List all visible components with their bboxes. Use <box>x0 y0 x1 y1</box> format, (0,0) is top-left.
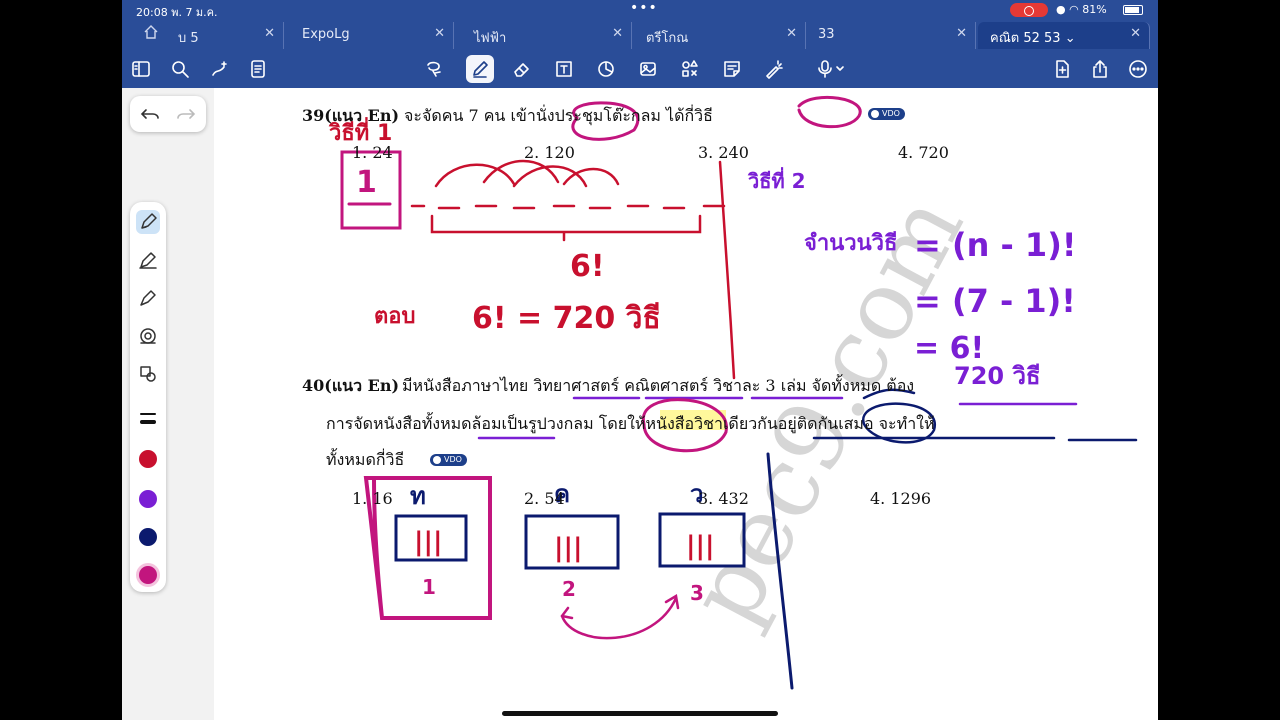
tab-bar: บ 5 ✕ ExpoLg ✕ ไฟฟ้า ✕ ตรีโกณ ✕ 33 ✕ คณิต 52 … <box>122 20 1158 49</box>
position-1: 1 <box>422 575 436 599</box>
status-time: 20:08 พ. 7 ม.ค. <box>136 6 218 19</box>
q39-text: จะจัดคน 7 คน เข้านั่งประชุมโต๊ะกลม ได้กี… <box>404 106 713 125</box>
eraser-icon[interactable] <box>508 55 536 83</box>
formula-line-4: 720 วิธี <box>954 362 1041 390</box>
brush-pen-icon[interactable] <box>136 286 160 310</box>
elements-icon[interactable] <box>676 55 704 83</box>
tally-math: ||| <box>554 533 583 563</box>
q40-line-1: มีหนังสือภาษาไทย วิทยาศาสตร์ คณิตศาสตร์ … <box>402 376 915 395</box>
answer-label: ตอบ <box>374 304 415 329</box>
sticky-note-icon[interactable] <box>718 55 746 83</box>
more-icon[interactable] <box>1124 55 1152 83</box>
close-tab-icon[interactable]: ✕ <box>956 26 967 41</box>
tab-item[interactable]: ตรีโกณ ✕ <box>634 22 806 49</box>
laser-pointer-icon[interactable] <box>760 55 788 83</box>
ink-settings-icon[interactable] <box>136 324 160 348</box>
six-factorial: 6! <box>570 249 605 284</box>
pen-palette <box>130 202 166 592</box>
q39-choice-3: 3. 240 <box>698 143 749 162</box>
ballpoint-pen-icon[interactable] <box>136 248 160 272</box>
tab-item[interactable]: บ 5 ✕ <box>166 22 284 49</box>
position-2: 2 <box>562 577 576 601</box>
formula-line-2: = (7 - 1)! <box>914 282 1076 320</box>
close-tab-icon[interactable]: ✕ <box>264 26 275 41</box>
status-bar: 20:08 พ. 7 ม.ค. ••• ● ◠ 81% <box>122 0 1158 20</box>
divider-line <box>718 160 736 380</box>
sidebar-icon[interactable] <box>127 55 155 83</box>
tab-item[interactable]: ไฟฟ้า ✕ <box>462 22 632 49</box>
color-magenta-swatch-selected[interactable] <box>139 566 157 584</box>
q39-choice-1: 1. 24 <box>352 143 393 162</box>
q40-line-3: ทั้งหมดกี่วิธี <box>326 450 405 469</box>
color-red-swatch[interactable] <box>139 450 157 468</box>
screen-record-icon[interactable] <box>1010 3 1048 17</box>
image-icon[interactable] <box>634 55 662 83</box>
battery-icon <box>1123 5 1143 15</box>
tally-science: ||| <box>686 531 715 561</box>
ipad-screen: 20:08 พ. 7 ม.ค. ••• ● ◠ 81% บ 5 ✕ ExpoLg ✕… <box>122 0 1158 720</box>
formula-line-3: = 6! <box>914 331 984 366</box>
shape-recognition-icon[interactable] <box>136 362 160 386</box>
fountain-pen-icon[interactable] <box>136 210 160 234</box>
note-page[interactable]: pec9.com วิธีที่ 1 1 6! ตอบ 6! = 720 วิธ… <box>214 88 1158 720</box>
q39-number: 39(แนว En) <box>302 106 400 125</box>
answer-value: 6! = 720 วิธี <box>472 301 661 336</box>
tab-item-active[interactable]: คณิต 52 53 ⌄ ✕ <box>978 22 1150 49</box>
q40-choice-3: 3. 432 <box>698 489 749 508</box>
color-navy-swatch[interactable] <box>139 528 157 546</box>
brace <box>430 214 702 242</box>
q39-choice-4: 4. 720 <box>898 143 949 162</box>
toolbar <box>122 49 1158 88</box>
close-tab-icon[interactable]: ✕ <box>434 26 445 41</box>
microphone-icon[interactable] <box>810 55 854 83</box>
handwritten-one: 1 <box>356 165 377 200</box>
share-icon[interactable] <box>1086 55 1114 83</box>
thickness-thin[interactable] <box>140 413 156 415</box>
sparkle-pen-icon[interactable] <box>206 55 234 83</box>
tab-item[interactable]: 33 ✕ <box>806 22 976 49</box>
q40-choice-4: 4. 1296 <box>870 489 932 508</box>
label-thai: ท <box>410 482 426 510</box>
q39-vdo-badge[interactable]: VDO <box>868 108 905 120</box>
tab-item[interactable]: ExpoLg ✕ <box>290 22 454 49</box>
q40-line-2: การจัดหนังสือทั้งหมดล้อมเป็นรูปวงกลม โดย… <box>326 414 935 433</box>
pen-icon[interactable] <box>466 55 494 83</box>
undo-redo-palette <box>130 96 206 132</box>
way2-label: วิธีที่ 2 <box>747 166 805 193</box>
seat-dashes <box>410 204 726 210</box>
close-tab-icon[interactable]: ✕ <box>1130 26 1141 41</box>
battery-percent: ● ◠ 81% <box>1056 3 1107 16</box>
q40-choice-2: 2. 54 <box>524 489 565 508</box>
home-indicator[interactable] <box>502 711 778 716</box>
q40-number: 40(แนว En) <box>302 376 400 395</box>
document-icon[interactable] <box>244 55 272 83</box>
circle-mark <box>797 95 862 129</box>
color-purple-swatch[interactable] <box>139 490 157 508</box>
thickness-medium[interactable] <box>140 420 156 424</box>
formula-label: จำนวนวิธี <box>804 231 897 256</box>
swap-arcs <box>434 159 620 188</box>
q40-choice-1: 1. 16 <box>352 489 393 508</box>
text-box-icon[interactable] <box>550 55 578 83</box>
tally-thai: ||| <box>414 527 443 557</box>
redo-icon[interactable] <box>176 104 196 124</box>
undo-icon[interactable] <box>140 104 160 124</box>
position-3: 3 <box>690 581 704 605</box>
lasso-icon[interactable] <box>420 55 448 83</box>
q39-choice-2: 2. 120 <box>524 143 575 162</box>
close-tab-icon[interactable]: ✕ <box>786 26 797 41</box>
formula-line-1: = (n - 1)! <box>914 226 1076 264</box>
multitask-dots-icon[interactable]: ••• <box>630 0 658 16</box>
close-tab-icon[interactable]: ✕ <box>612 26 623 41</box>
q40-vdo-badge[interactable]: VDO <box>430 454 467 466</box>
add-page-icon[interactable] <box>1048 55 1076 83</box>
ink-layer: pec9.com วิธีที่ 1 1 6! ตอบ 6! = 720 วิธ… <box>328 95 1138 690</box>
shapes-icon[interactable] <box>592 55 620 83</box>
home-icon[interactable] <box>144 25 158 39</box>
search-icon[interactable] <box>166 55 194 83</box>
